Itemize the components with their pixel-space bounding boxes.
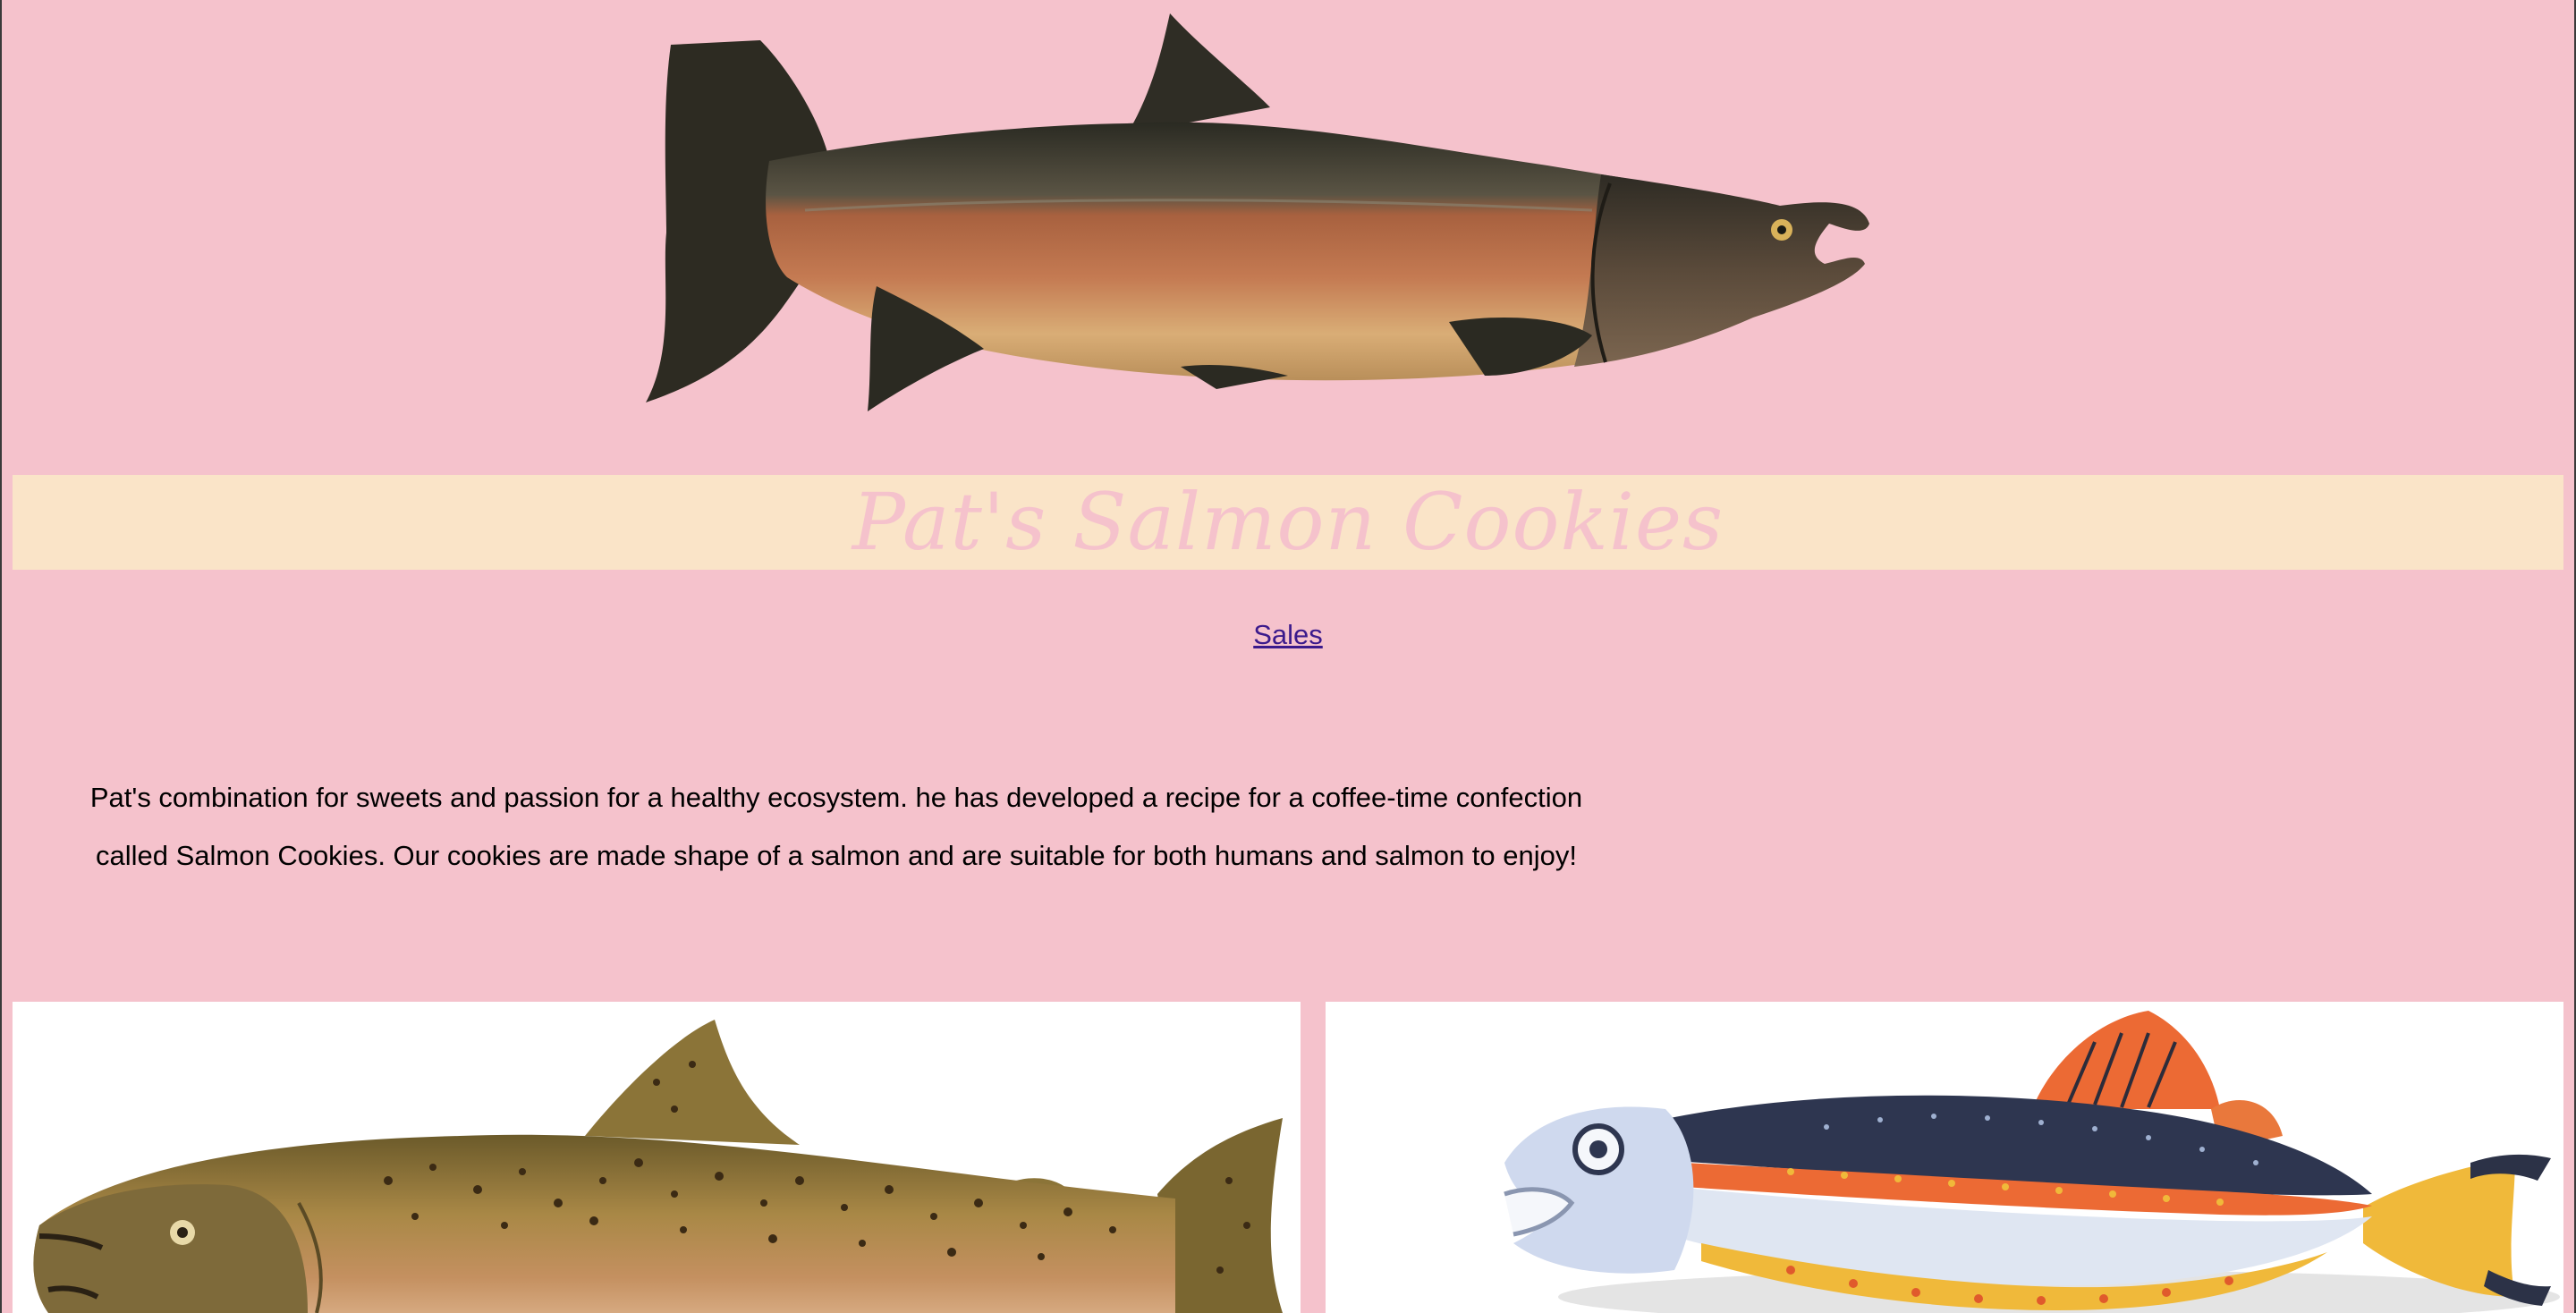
main-nav: Sales (0, 619, 2576, 651)
hero-salmon-image (626, 9, 1950, 420)
trout-image (13, 1002, 1301, 1313)
site-title: Pat's Salmon Cookies (852, 476, 1724, 568)
intro-paragraph: Pat's combination for sweets and passion… (89, 782, 1583, 871)
title-banner: Pat's Salmon Cookies (13, 475, 2563, 570)
carved-fish-image (1326, 1002, 2563, 1313)
nav-link-sales[interactable]: Sales (1253, 619, 1323, 650)
